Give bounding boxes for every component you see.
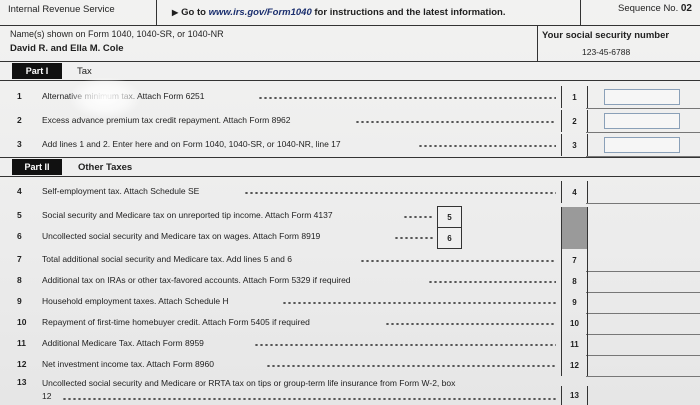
line-number-box: 5 — [437, 206, 462, 228]
line-number-box: 7 — [561, 249, 588, 271]
instructions-note: ▶ Go to www.irs.gov/Form1040 for instruct… — [172, 7, 506, 18]
part-1-tag: Part I — [12, 63, 62, 79]
form-line-5: 5 Social security and Medicare tax on un… — [0, 205, 700, 227]
form-page: Internal Revenue Service ▶ Go to www.irs.… — [0, 0, 700, 405]
line-3-amount-input[interactable] — [604, 137, 680, 153]
taxpayer-name: David R. and Ella M. Cole — [10, 43, 124, 54]
header-divider — [580, 0, 581, 25]
line-number-box: 9 — [561, 291, 588, 313]
sequence-number: Sequence No. 02 — [618, 3, 692, 14]
line-number-box: 2 — [561, 110, 588, 132]
section-rule — [0, 176, 700, 177]
form-line-6: 6 Uncollected social security and Medica… — [0, 226, 700, 248]
section-rule — [0, 157, 700, 158]
line-number-box: 3 — [561, 134, 588, 156]
line-number-box: 1 — [561, 86, 588, 108]
line-number-box: 10 — [561, 312, 588, 334]
agency-name: Internal Revenue Service — [8, 4, 115, 15]
section-rule — [0, 61, 700, 62]
arrow-right-icon: ▶ — [172, 8, 179, 17]
line-1-amount-input[interactable] — [604, 89, 680, 105]
line-number-box: 8 — [561, 270, 588, 292]
line-number-box: 12 — [561, 354, 588, 376]
line-2-amount-input[interactable] — [604, 113, 680, 129]
line-number-box: 4 — [561, 181, 588, 203]
irs-link[interactable]: www.irs.gov/Form1040 — [209, 7, 312, 18]
ssn-label: Your social security number — [542, 30, 670, 41]
part-1-title: Tax — [77, 66, 92, 77]
line-number-box: 11 — [561, 333, 588, 355]
ssn-value: 123-45-6788 — [582, 47, 631, 57]
line-number-box: 13 — [561, 386, 588, 405]
shaded-area — [561, 207, 588, 249]
part-2-title: Other Taxes — [78, 162, 133, 173]
section-rule — [0, 80, 700, 81]
line-number-box: 6 — [437, 227, 462, 249]
part-2-tag: Part II — [12, 159, 62, 175]
form-line-13: 13 Uncollected social security and Medic… — [0, 375, 700, 405]
header-divider — [156, 0, 157, 25]
name-label: Name(s) shown on Form 1040, 1040-SR, or … — [10, 29, 224, 39]
form-header: Internal Revenue Service ▶ Go to www.irs.… — [0, 0, 700, 26]
